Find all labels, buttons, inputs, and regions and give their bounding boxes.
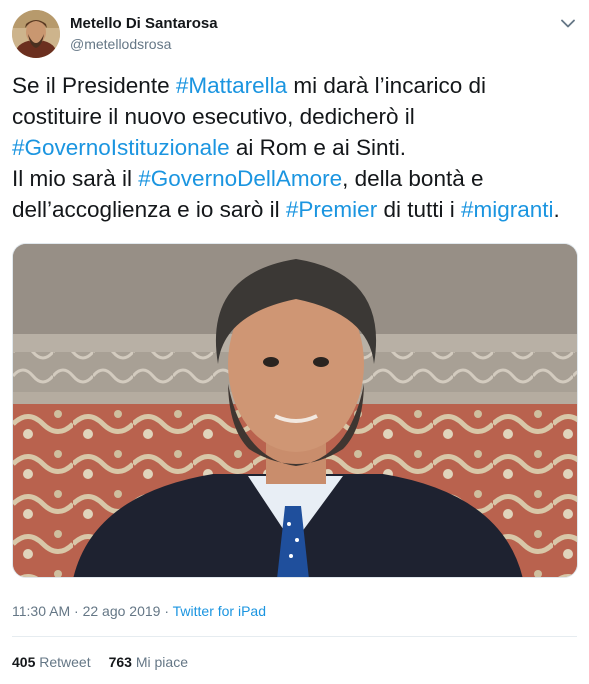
tweet-text-segment: Il mio sarà il — [12, 166, 139, 191]
tweet-text-segment: Se il Presidente — [12, 73, 176, 98]
tweet-text-line: Il mio sarà il #GovernoDellAmore, della … — [12, 163, 582, 194]
like-count[interactable]: 763 Mi piace — [109, 654, 188, 670]
hashtag-link[interactable]: #GovernoIstituzionale — [12, 135, 230, 160]
tweet-text-segment: ai Rom e ai Sinti. — [229, 135, 406, 160]
hashtag-link[interactable]: #GovernoDellAmore — [138, 166, 342, 191]
tweet-time[interactable]: 11:30 AM — [12, 603, 70, 619]
tweet-text-line: Se il Presidente #Mattarella mi darà l’i… — [12, 70, 582, 101]
meta-separator-2: · — [160, 603, 173, 619]
tweet-text: Se il Presidente #Mattarella mi darà l’i… — [12, 70, 582, 225]
tweet-text-line: #GovernoIstituzionale ai Rom e ai Sinti. — [12, 132, 582, 163]
like-number: 763 — [108, 654, 132, 670]
retweet-count[interactable]: 405 Retweet — [12, 654, 91, 670]
user-handle[interactable]: @metellodsrosa — [70, 35, 218, 54]
display-name[interactable]: Metello Di Santarosa — [70, 14, 218, 34]
avatar-portrait-image — [12, 10, 60, 58]
chevron-down-icon[interactable] — [559, 14, 577, 32]
avatar[interactable] — [12, 10, 60, 58]
divider — [12, 636, 577, 637]
hashtag-link[interactable]: #migranti — [461, 197, 554, 222]
tweet-text-segment: mi darà l’incarico di — [287, 73, 486, 98]
tweet-text-line: costituire il nuovo esecutivo, dedicherò… — [12, 101, 582, 132]
tweet: Metello Di Santarosa @metellodsrosa Se i… — [0, 0, 589, 684]
like-label: Mi piace — [135, 654, 188, 670]
tweet-text-segment: dell’accoglienza e io sarò il — [12, 197, 286, 222]
tweet-header: Metello Di Santarosa @metellodsrosa — [12, 10, 577, 60]
retweet-label: Retweet — [39, 654, 91, 670]
tweet-date[interactable]: 22 ago 2019 — [83, 603, 161, 619]
tweet-text-line: dell’accoglienza e io sarò il #Premier d… — [12, 194, 582, 225]
tweet-text-segment: , della bontà e — [342, 166, 484, 191]
tweet-stats: 405 Retweet 763 Mi piace — [12, 654, 188, 670]
tweet-meta: 11:30 AM · 22 ago 2019 · Twitter for iPa… — [12, 603, 266, 619]
hashtag-link[interactable]: #Mattarella — [176, 73, 287, 98]
hashtag-link[interactable]: #Premier — [286, 197, 377, 222]
tweet-text-segment: costituire il nuovo esecutivo, dedicherò… — [12, 104, 415, 129]
tweet-source-link[interactable]: Twitter for iPad — [173, 603, 266, 619]
tweet-text-segment: di tutti i — [377, 197, 461, 222]
tweet-photo[interactable] — [12, 243, 578, 578]
tweet-text-segment: . — [553, 197, 560, 222]
retweet-number: 405 — [12, 654, 36, 670]
user-info: Metello Di Santarosa @metellodsrosa — [70, 14, 218, 54]
photo-image — [13, 244, 577, 577]
meta-separator: · — [70, 603, 83, 619]
